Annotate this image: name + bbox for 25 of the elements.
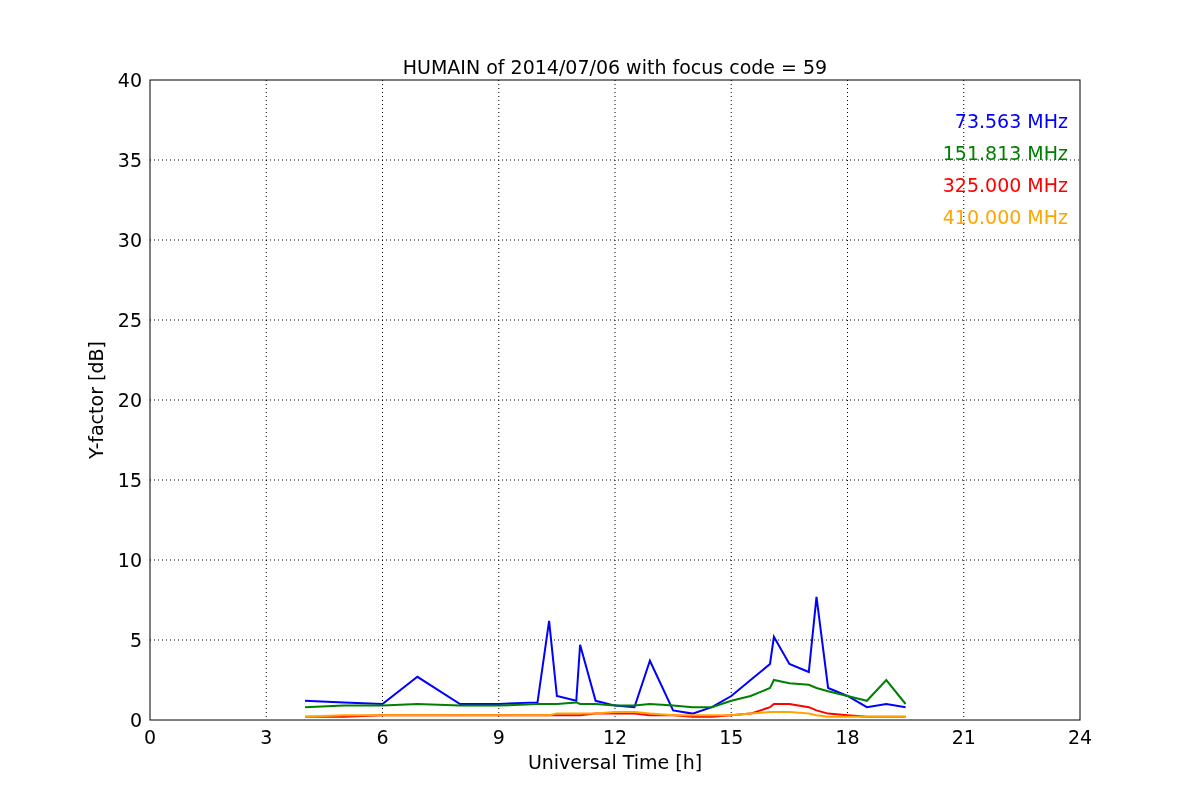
y-axis-label: Y-factor [dB] (85, 341, 107, 459)
x-tick-label: 0 (143, 726, 157, 748)
x-tick-label: 3 (260, 726, 273, 748)
x-tick-label: 15 (719, 726, 744, 748)
x-tick-label: 6 (376, 726, 389, 748)
y-tick-label: 35 (117, 149, 142, 171)
legend-entry: 325.000 MHz (942, 174, 1068, 196)
x-tick-label: 18 (835, 726, 860, 748)
y-tick-label: 40 (117, 69, 142, 91)
y-tick-label: 20 (117, 389, 142, 411)
y-tick-label: 15 (117, 469, 142, 491)
x-tick-label: 12 (602, 726, 628, 748)
y-tick-label: 5 (129, 629, 142, 651)
y-tick-label: 25 (117, 309, 142, 331)
legend-entry: 73.563 MHz (954, 110, 1068, 132)
chart-title: HUMAIN of 2014/07/06 with focus code = 59 (402, 56, 828, 78)
x-tick-label: 9 (492, 726, 505, 748)
x-tick-label: 21 (951, 726, 976, 748)
x-tick-label: 24 (1067, 726, 1093, 748)
legend-entry: 410.000 MHz (942, 206, 1068, 228)
x-axis-label: Universal Time [h] (527, 751, 703, 773)
y-tick-label: 0 (129, 709, 142, 731)
y-tick-label: 30 (117, 229, 142, 251)
legend-entry: 151.813 MHz (942, 142, 1068, 164)
y-tick-label: 10 (117, 549, 142, 571)
